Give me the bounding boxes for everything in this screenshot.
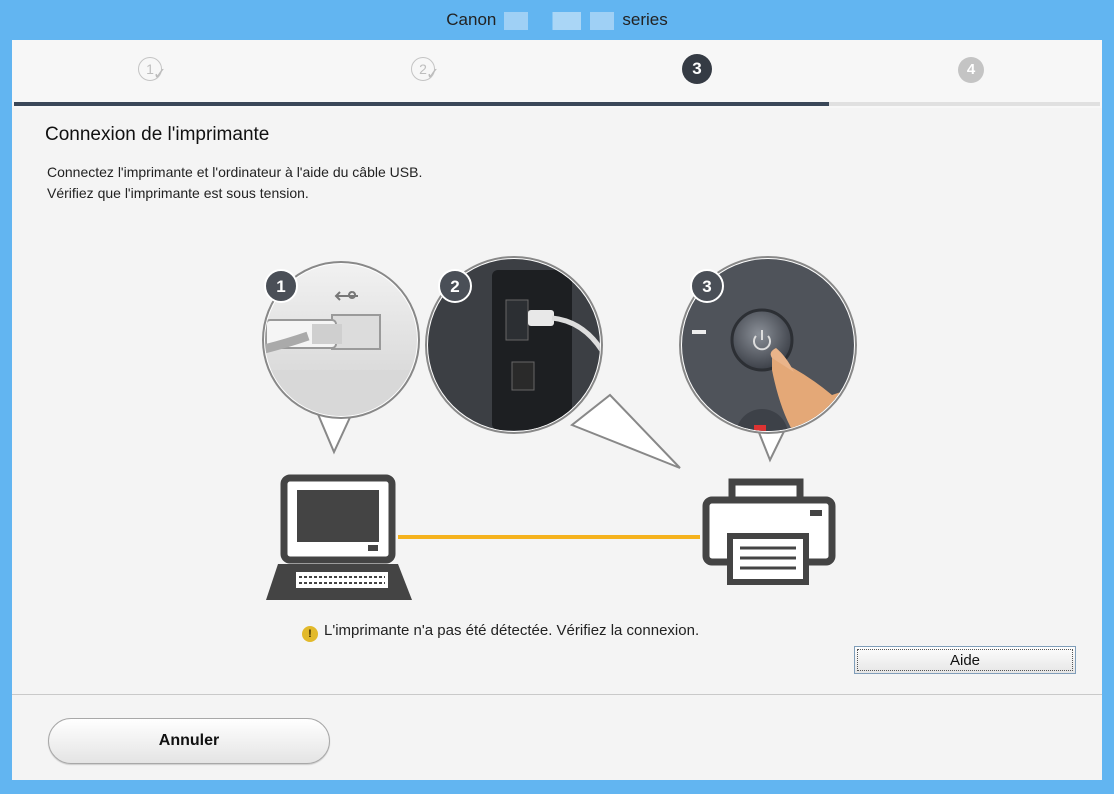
window-title-suffix: series <box>622 10 668 29</box>
callout-number-1: 1 <box>276 277 285 296</box>
callout-number-2: 2 <box>450 277 459 296</box>
printer-icon <box>702 478 836 585</box>
help-button[interactable]: Aide <box>854 646 1076 674</box>
installer-window: Canon series 1 ✓ 2 ✓ 3 4 Connexion de l'imp… <box>0 0 1114 794</box>
cancel-button[interactable]: Annuler <box>48 718 330 764</box>
callout-laptop-usb: 1 <box>262 261 420 455</box>
connection-illustration: 1 2 3 <box>262 256 857 600</box>
redacted-model-name <box>504 11 615 30</box>
callout-printer-usb: 2 <box>425 256 681 469</box>
client-area: 1 ✓ 2 ✓ 3 4 Connexion de l'imprimante Conn… <box>12 40 1102 780</box>
title-bar: Canon series <box>12 0 1102 40</box>
warning-icon: ! <box>302 626 318 642</box>
footer-divider <box>12 694 1102 695</box>
laptop-icon <box>266 474 412 600</box>
callout-number-3: 3 <box>702 277 711 296</box>
window-title-prefix: Canon <box>446 10 497 29</box>
status-message: ! L'imprimante n'a pas été détectée. Véri… <box>302 622 699 642</box>
callout-power-button: 3 <box>679 256 857 463</box>
status-text: L'imprimante n'a pas été détectée. Vérif… <box>324 622 700 639</box>
